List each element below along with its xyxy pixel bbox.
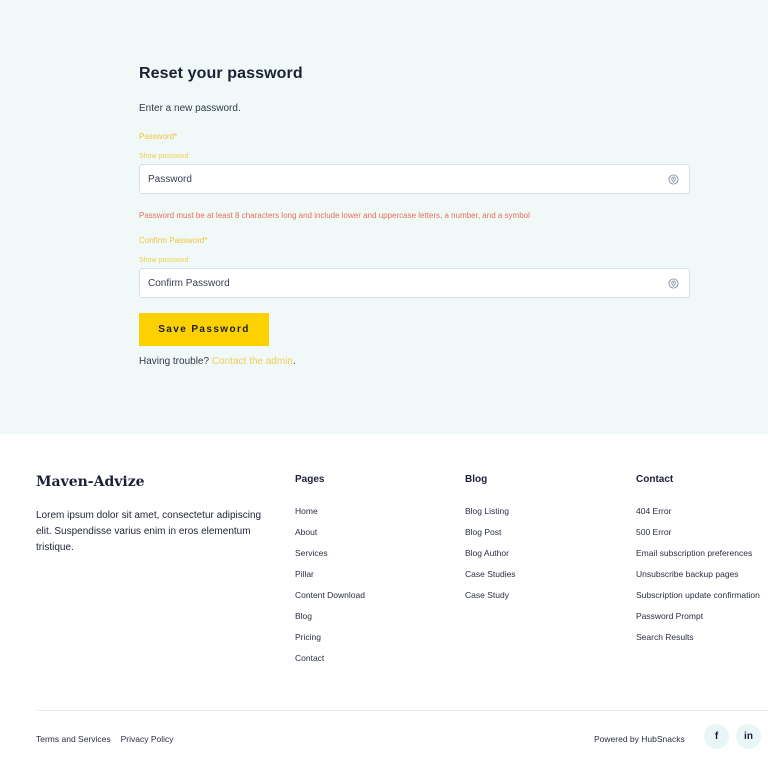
footer-link-pillar[interactable]: Pillar	[295, 569, 365, 579]
reset-password-section: Reset your password Enter a new password…	[0, 0, 768, 434]
footer-link-blog-post[interactable]: Blog Post	[465, 527, 516, 537]
footer-blurb: Lorem ipsum dolor sit amet, consectetur …	[36, 510, 262, 553]
footer-column-pages: Pages Home About Services Pillar Content…	[295, 474, 365, 674]
save-password-button[interactable]: Save Password	[139, 313, 269, 346]
reset-password-form: Reset your password Enter a new password…	[139, 62, 690, 369]
confirm-password-label: Confirm Password*	[139, 236, 208, 245]
trouble-label: Having trouble?	[139, 356, 210, 367]
footer-link-blog[interactable]: Blog	[295, 611, 365, 621]
password-input[interactable]	[148, 173, 628, 185]
contact-admin-link[interactable]: Contact the admin	[212, 356, 293, 367]
footer-link-services[interactable]: Services	[295, 548, 365, 558]
footer-link-content-download[interactable]: Content Download	[295, 590, 365, 600]
legal-links: Terms and Services Privacy Policy	[36, 734, 174, 744]
footer-link-search-results[interactable]: Search Results	[636, 632, 760, 642]
footer-column-blog: Blog Blog Listing Blog Post Blog Author …	[465, 474, 516, 611]
footer-link-contact[interactable]: Contact	[295, 653, 365, 663]
terms-link[interactable]: Terms and Services	[36, 734, 111, 744]
footer-column-title: Contact	[636, 474, 674, 485]
trouble-suffix: .	[293, 356, 296, 367]
footer-link-case-study[interactable]: Case Study	[465, 590, 516, 600]
powered-by: Powered by HubSnacks	[594, 734, 685, 744]
footer-link-about[interactable]: About	[295, 527, 365, 537]
linkedin-icon[interactable]: in	[736, 724, 761, 749]
eye-icon[interactable]	[667, 277, 679, 289]
trouble-text: Having trouble? Contact the admin.	[139, 355, 690, 369]
footer-link-404[interactable]: 404 Error	[636, 506, 760, 516]
footer-link-blog-author[interactable]: Blog Author	[465, 548, 516, 558]
form-subtitle: Enter a new password.	[139, 103, 241, 114]
footer-divider	[36, 710, 768, 711]
show-confirm-password-toggle[interactable]: Show password	[139, 256, 690, 265]
password-error: Password must be at least 8 characters l…	[139, 211, 530, 220]
footer-link-500[interactable]: 500 Error	[636, 527, 760, 537]
footer-link-email-preferences[interactable]: Email subscription preferences	[636, 548, 760, 558]
footer-link-blog-listing[interactable]: Blog Listing	[465, 506, 516, 516]
confirm-password-field-box	[139, 268, 690, 298]
confirm-password-input[interactable]	[148, 277, 628, 289]
privacy-link[interactable]: Privacy Policy	[121, 734, 174, 744]
site-footer: Maven-Advize Lorem ipsum dolor sit amet,…	[0, 434, 768, 768]
footer-link-pricing[interactable]: Pricing	[295, 632, 365, 642]
footer-link-password-prompt[interactable]: Password Prompt	[636, 611, 760, 621]
page-title: Reset your password	[139, 65, 303, 82]
show-password-toggle[interactable]: Show password	[139, 152, 690, 161]
footer-column-title: Blog	[465, 474, 488, 485]
footer-column-title: Pages	[295, 474, 325, 485]
password-label: Password*	[139, 132, 178, 141]
facebook-icon[interactable]: f	[704, 724, 729, 749]
footer-link-subscription-update[interactable]: Subscription update confirmation	[636, 590, 760, 600]
footer-link-home[interactable]: Home	[295, 506, 365, 516]
password-field-box	[139, 164, 690, 194]
footer-column-contact: Contact 404 Error 500 Error Email subscr…	[636, 474, 760, 653]
footer-logo[interactable]: Maven-Advize	[36, 474, 145, 490]
footer-link-unsubscribe[interactable]: Unsubscribe backup pages	[636, 569, 760, 579]
footer-link-case-studies[interactable]: Case Studies	[465, 569, 516, 579]
eye-icon[interactable]	[667, 173, 679, 185]
